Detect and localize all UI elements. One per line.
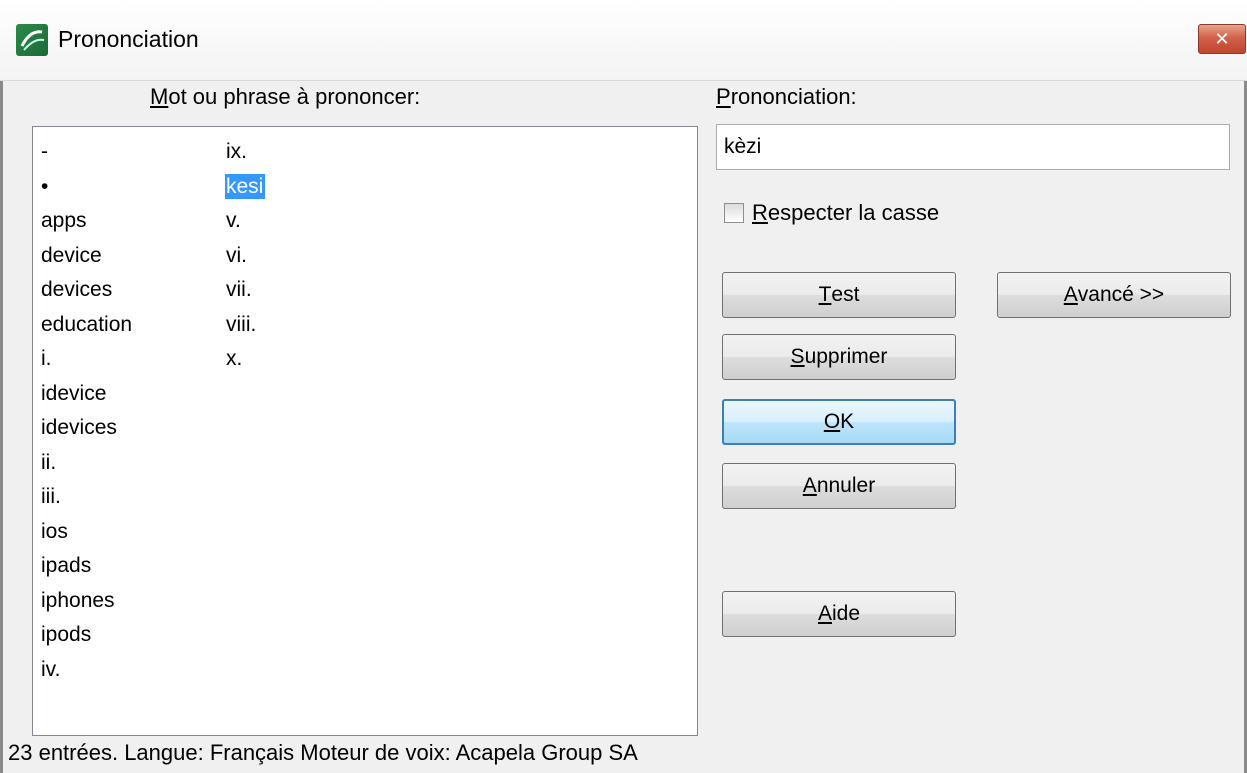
list-item-label: idevices [41,416,117,439]
pronunciation-input[interactable] [716,124,1230,170]
test-button-label: est [831,283,860,306]
cancel-button[interactable]: Annuler [722,463,956,509]
words-label-text: ot ou phrase à prononcer: [168,84,421,109]
list-item[interactable]: ix. [225,135,265,170]
cancel-button-label: nnuler [816,474,876,497]
list-item[interactable]: idevices [40,411,134,446]
ok-button-label: K [840,410,855,433]
list-item[interactable]: devices [40,273,134,308]
list-item[interactable]: vi. [225,239,265,274]
list-item[interactable]: ipods [40,618,134,653]
advanced-button-label: vancé >> [1077,283,1165,306]
list-item-label: device [41,243,102,267]
pronunciation-label-mnemonic: P [716,84,731,109]
list-item[interactable]: vii. [225,273,265,308]
list-item[interactable]: ios [40,515,134,550]
list-item-label: education [41,312,133,336]
help-button-label: ide [831,602,861,625]
delete-button[interactable]: Supprimer [722,334,956,380]
list-item-label: ios [41,519,68,543]
list-item[interactable]: iphones [40,584,134,619]
status-text: 23 entrées. Langue: Français Moteur de v… [8,740,638,765]
list-item-label: - [41,140,48,163]
list-item-label: iv. [41,657,61,681]
list-item-label: vii. [226,278,252,301]
words-label: Mot ou phrase à prononcer: [150,84,420,110]
list-item[interactable]: v. [225,204,265,239]
list-item-label: ii. [41,450,57,474]
title-bar[interactable]: Prononciation ✕ [0,0,1247,81]
app-icon [16,24,48,56]
delete-button-label: upprimer [804,345,888,368]
list-item-label: v. [226,209,241,232]
match-case-label[interactable]: Respecter la casse [752,200,939,226]
list-item[interactable]: - [40,135,134,170]
ok-button-mnemonic: O [823,410,841,433]
window-title: Prononciation [58,26,199,52]
list-item[interactable]: device [40,239,134,274]
word-list-column-2: ix. kesi v. vi. vii. viii. x. [225,135,266,377]
list-item-label: idevice [41,381,107,405]
list-item[interactable]: education [40,308,134,343]
match-case-text: especter la casse [767,200,940,225]
words-label-mnemonic: M [150,84,169,109]
list-item-label: ipods [41,623,92,646]
list-item-label: vi. [226,243,247,267]
list-item-label: iphones [41,588,115,612]
list-item-label: devices [41,278,113,301]
list-item-selected[interactable]: kesi [225,170,266,205]
test-button-mnemonic: T [818,283,832,306]
match-case-mnemonic: R [752,200,768,225]
list-item-label: kesi [225,173,266,199]
close-icon: ✕ [1214,28,1230,49]
cancel-button-mnemonic: A [802,474,817,497]
list-item[interactable]: idevice [40,377,134,412]
list-item[interactable]: • [40,170,134,205]
word-list[interactable]: - • apps device devices education i. ide… [32,126,698,736]
list-item-label: ipads [41,554,92,577]
list-item-label: • [41,174,49,198]
list-item[interactable]: apps [40,204,134,239]
window-frame-left [0,0,3,773]
match-case-checkbox-row[interactable]: Respecter la casse [724,200,939,226]
test-button[interactable]: Test [722,272,956,318]
list-item[interactable]: ipads [40,549,134,584]
list-item-label: i. [41,347,52,370]
list-item[interactable]: iv. [40,653,134,688]
ok-button[interactable]: OK [722,399,956,445]
list-item[interactable]: iii. [40,480,134,515]
list-item-label: ix. [226,140,247,163]
help-button[interactable]: Aide [722,591,956,637]
advanced-button[interactable]: Avancé >> [997,272,1231,318]
list-item[interactable]: viii. [225,308,265,343]
list-item[interactable]: ii. [40,446,134,481]
list-item-label: viii. [226,312,257,336]
close-button[interactable]: ✕ [1198,24,1246,54]
pronunciation-label: Prononciation: [716,84,857,110]
word-list-column-1: - • apps device devices education i. ide… [40,135,134,687]
delete-button-mnemonic: S [790,345,805,368]
help-button-mnemonic: A [817,602,832,625]
list-item[interactable]: x. [225,342,265,377]
list-item[interactable]: i. [40,342,134,377]
advanced-button-mnemonic: A [1063,283,1078,306]
list-item-label: apps [41,209,87,232]
list-item-label: iii. [41,485,61,508]
pronunciation-label-text: rononciation: [730,84,857,109]
match-case-checkbox[interactable] [724,203,744,223]
list-item-label: x. [226,347,243,370]
